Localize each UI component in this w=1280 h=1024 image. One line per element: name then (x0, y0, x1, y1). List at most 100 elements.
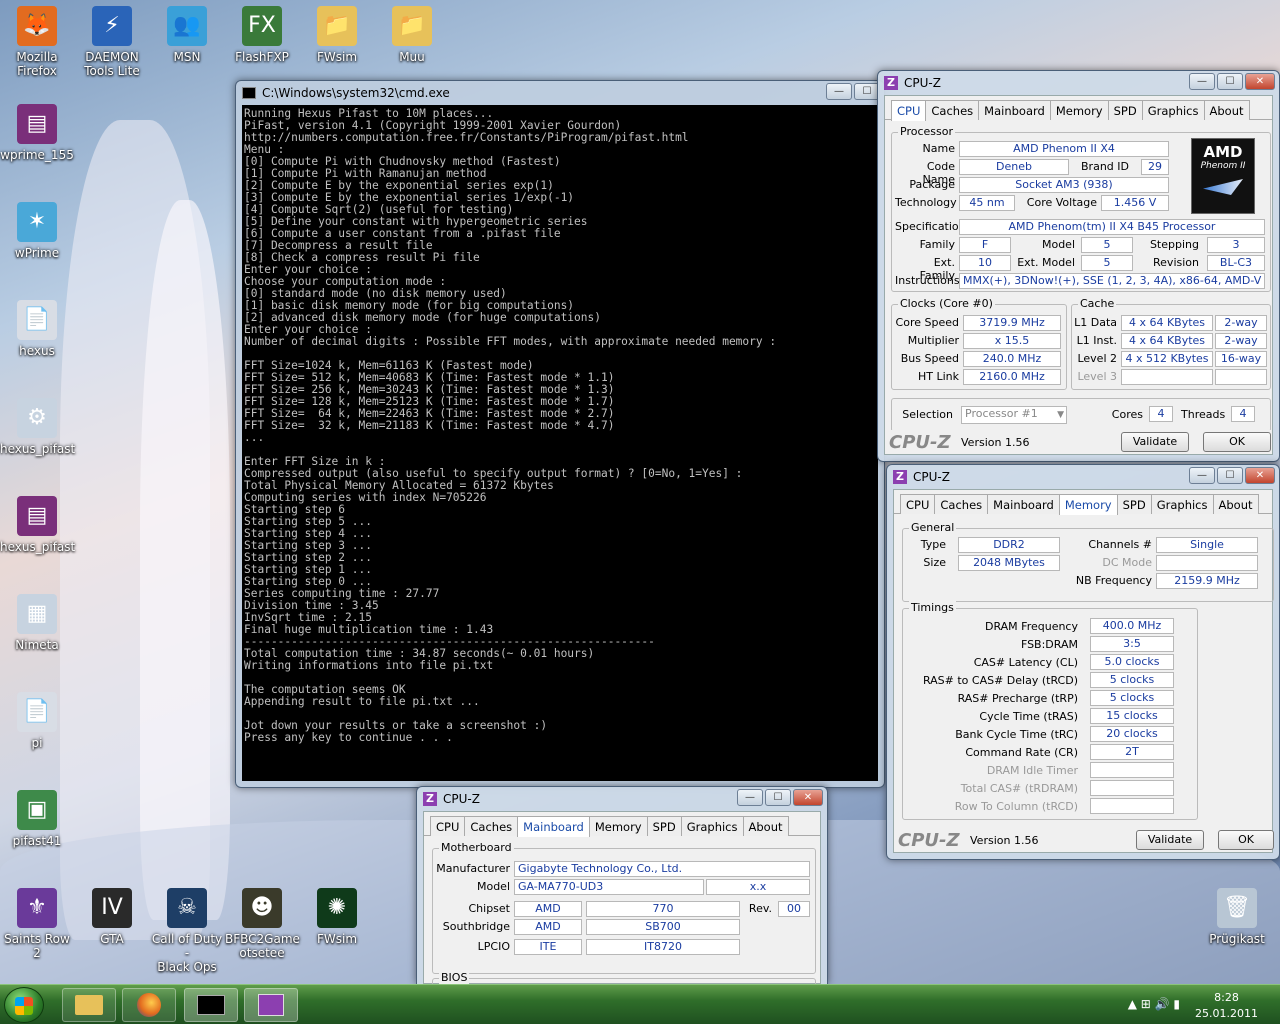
maximize-button[interactable]: ☐ (1217, 73, 1243, 90)
desktop-icon-image: ⚡ (92, 6, 132, 46)
specification-label: Specification (895, 220, 966, 233)
desktop-icon[interactable]: ⚜ Saints Row 2 (0, 888, 74, 960)
desktop-icon[interactable]: ☠ Call of Duty - Black Ops (150, 888, 224, 974)
tab-graphics[interactable]: Graphics (1141, 100, 1205, 120)
cmd-titlebar[interactable]: C:\Windows\system32\cmd.exe (236, 81, 884, 105)
validate-button[interactable]: Validate (1136, 830, 1204, 850)
tab-caches[interactable]: Caches (934, 494, 989, 514)
tab-memory[interactable]: Memory (588, 816, 648, 836)
ext-model-value: 5 (1081, 255, 1133, 271)
minimize-button[interactable]: — (1189, 467, 1215, 484)
package-label: Package (909, 178, 955, 191)
timing-value (1090, 798, 1174, 814)
cmd-output[interactable]: Running Hexus Pifast to 10M places... PiF… (242, 105, 878, 781)
cmd-line: Appending result to file pi.txt ... (244, 695, 480, 708)
cpuz-cpu-window[interactable]: Z CPU-Z — ☐ ✕ CPU Caches Mainboard Memory SPD… (877, 70, 1280, 462)
desktop-icon[interactable]: IV GTA (75, 888, 149, 946)
tab-about[interactable]: About (1203, 100, 1250, 120)
processor-select[interactable]: Processor #1 ▼ (961, 406, 1067, 424)
cpuz-app-icon: Z (423, 792, 437, 806)
tab-about[interactable]: About (1212, 494, 1259, 514)
model-revision-value: x.x (706, 879, 810, 895)
minimize-button[interactable]: — (1189, 73, 1215, 90)
desktop-icon[interactable]: ✶ wPrime (0, 202, 74, 260)
system-tray: ▲ ⊞ 🔊 ▮ (1128, 997, 1180, 1011)
tab-cpu[interactable]: CPU (430, 816, 466, 836)
close-button[interactable]: ✕ (1245, 467, 1275, 484)
tab-mainboard[interactable]: Mainboard (978, 100, 1051, 120)
name-label: Name (922, 142, 955, 155)
multiplier-value: x 15.5 (963, 333, 1061, 349)
desktop-icon[interactable]: ⚡ DAEMON Tools Lite (75, 6, 149, 78)
l1-inst-label: L1 Inst. (1076, 334, 1117, 347)
lpcio-vendor: ITE (514, 939, 582, 955)
timing-label: DRAM Frequency (984, 620, 1078, 633)
desktop-icon[interactable]: ⚙ hexus_pifast (0, 398, 75, 456)
clock[interactable]: 8:28 25.01.2011 (1195, 990, 1258, 1022)
core-voltage-value: 1.456 V (1101, 195, 1169, 211)
desktop-icon[interactable]: 📁 FWsim (300, 6, 374, 64)
tab-cpu[interactable]: CPU (891, 100, 927, 121)
validate-button[interactable]: Validate (1121, 432, 1189, 452)
tab-graphics[interactable]: Graphics (1150, 494, 1214, 514)
desktop-icon-label: FWsim (316, 932, 358, 946)
tray-icons[interactable]: ▲ ⊞ 🔊 ▮ (1128, 997, 1180, 1011)
tab-mainboard[interactable]: Mainboard (517, 816, 590, 837)
desktop-icon-image: 🗑 (1217, 888, 1257, 928)
minimize-button[interactable]: — (737, 789, 763, 806)
taskbar-cpuz-button[interactable] (244, 988, 298, 1022)
desktop-icon[interactable]: ▤ wprime_155 (0, 104, 74, 162)
close-button[interactable]: ✕ (1245, 73, 1275, 90)
maximize-button[interactable]: ☐ (765, 789, 791, 806)
desktop-icon[interactable]: ▦ Nimeta (0, 594, 74, 652)
tab-about[interactable]: About (742, 816, 789, 836)
desktop-icon-image: 🦊 (17, 6, 57, 46)
logo-sub: Phenom II (1200, 161, 1246, 171)
tab-cpu[interactable]: CPU (900, 494, 936, 514)
desktop-icon[interactable]: FX FlashFXP (225, 6, 299, 64)
tab-memory[interactable]: Memory (1058, 494, 1118, 515)
start-button[interactable] (4, 987, 44, 1023)
desktop-icon[interactable]: 🦊 Mozilla Firefox (0, 6, 74, 78)
tab-caches[interactable]: Caches (925, 100, 980, 120)
core-voltage-label: Core Voltage (1026, 196, 1097, 209)
desktop-icon[interactable]: ☻ BFBC2Game otsetee (225, 888, 300, 960)
tab-spd[interactable]: SPD (1116, 494, 1152, 514)
instructions-value: MMX(+), 3DNow!(+), SSE (1, 2, 3, 4A), x8… (959, 273, 1265, 289)
desktop-icon[interactable]: 🗑 Prügikast (1200, 888, 1274, 946)
cache-group-title: Cache (1078, 297, 1117, 310)
desktop-icon-image: ✺ (317, 888, 357, 928)
cmd-window[interactable]: C:\Windows\system32\cmd.exe — ☐ Running … (235, 80, 885, 788)
desktop-icon[interactable]: 📁 Muu (375, 6, 449, 64)
taskbar-cmd-button[interactable] (184, 988, 238, 1022)
timing-label: Total CAS# (tRDRAM) (960, 782, 1078, 795)
desktop-icon[interactable]: 📄 hexus (0, 300, 74, 358)
tab-spd[interactable]: SPD (646, 816, 682, 836)
tab-caches[interactable]: Caches (464, 816, 519, 836)
tab-spd[interactable]: SPD (1107, 100, 1143, 120)
taskbar-explorer-button[interactable] (62, 988, 116, 1022)
desktop-icon[interactable]: 📄 pi (0, 692, 74, 750)
timing-label: Command Rate (CR) (965, 746, 1078, 759)
tab-graphics[interactable]: Graphics (680, 816, 744, 836)
tab-memory[interactable]: Memory (1049, 100, 1109, 120)
motherboard-group-title: Motherboard (439, 841, 514, 854)
desktop-icon[interactable]: 👥 MSN (150, 6, 224, 64)
desktop-icon-image: ✶ (17, 202, 57, 242)
close-button[interactable]: ✕ (793, 789, 823, 806)
maximize-button[interactable]: ☐ (1217, 467, 1243, 484)
threads-label: Threads (1181, 408, 1226, 421)
processor-group-title: Processor (898, 125, 955, 138)
minimize-button[interactable]: — (826, 83, 852, 100)
cpuz-memory-window[interactable]: Z CPU-Z — ☐ ✕ CPU Caches Mainboard Memory SPD… (886, 464, 1280, 860)
cpuz-mainboard-window[interactable]: Z CPU-Z — ☐ ✕ CPU Caches Mainboard Memory SPD… (416, 786, 828, 1008)
taskbar-firefox-button[interactable] (122, 988, 176, 1022)
desktop-icon[interactable]: ▤ hexus_pifast (0, 496, 75, 554)
ok-button[interactable]: OK (1203, 432, 1271, 452)
desktop-icon-label: MSN (173, 50, 201, 64)
desktop-icon[interactable]: ▣ pifast41 (0, 790, 74, 848)
desktop-icon[interactable]: ✺ FWsim (300, 888, 374, 946)
ok-button[interactable]: OK (1218, 830, 1274, 850)
size-label: Size (923, 556, 946, 569)
tab-mainboard[interactable]: Mainboard (987, 494, 1060, 514)
